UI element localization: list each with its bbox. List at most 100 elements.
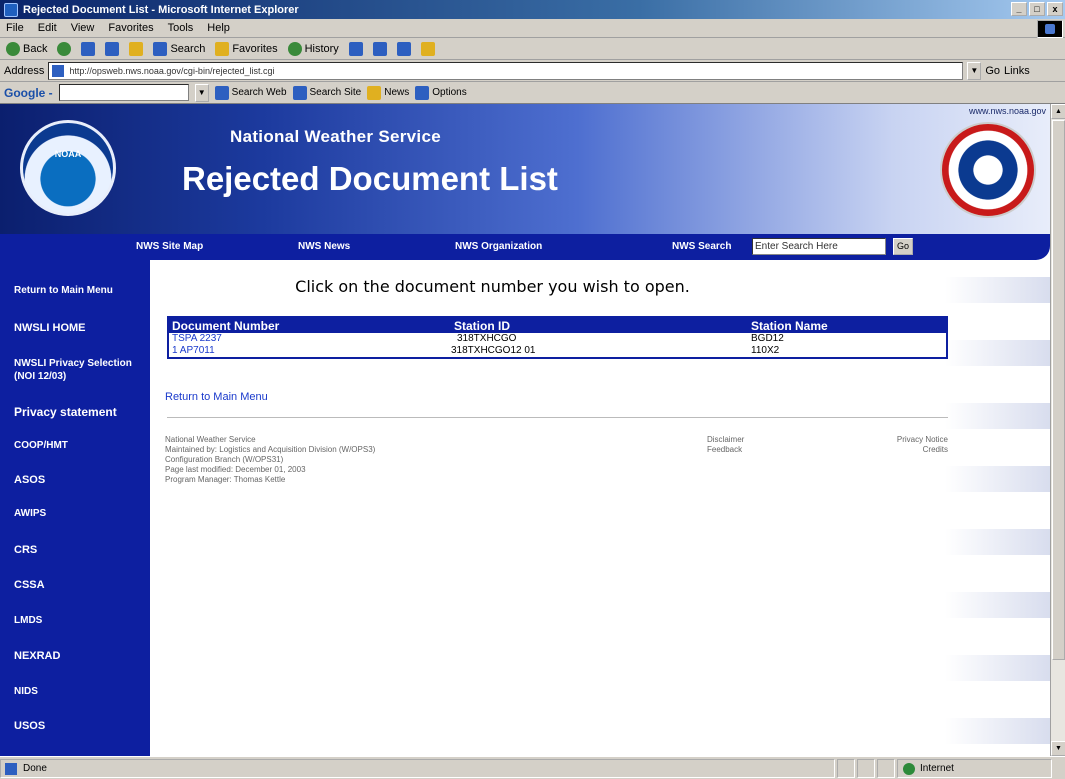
forward-arrow-icon xyxy=(57,41,72,56)
stop-icon xyxy=(81,41,96,56)
forward-button[interactable] xyxy=(57,41,72,56)
menu-help[interactable]: Help xyxy=(207,22,230,34)
document-number-link[interactable]: 1 AP7011 xyxy=(172,345,215,356)
address-input[interactable]: http://opsweb.nws.noaa.gov/cgi-bin/rejec… xyxy=(48,61,964,80)
history-button[interactable]: History xyxy=(287,41,339,56)
search-web-icon xyxy=(214,85,229,100)
privacy-notice-link[interactable]: Privacy Notice xyxy=(855,435,948,445)
google-logo[interactable]: Google - xyxy=(4,86,53,100)
sidebar-item-privacy-statement[interactable]: Privacy statement xyxy=(14,405,117,419)
left-sidebar: Return to Main Menu NWSLI HOME NWSLI Pri… xyxy=(0,260,150,756)
menu-bar: File Edit View Favorites Tools Help xyxy=(0,19,1065,38)
star-icon xyxy=(215,41,230,56)
status-bar: Done Internet xyxy=(0,756,1065,779)
status-cell xyxy=(877,758,895,778)
decorative-stripe xyxy=(945,592,1050,618)
nws-seal-logo[interactable] xyxy=(940,122,1036,218)
history-icon xyxy=(287,41,302,56)
disclaimer-link[interactable]: Disclaimer xyxy=(707,435,744,445)
header-station-name: Station Name xyxy=(751,319,828,333)
news-button[interactable]: News xyxy=(367,85,409,100)
sidebar-item-coop[interactable]: COOP/HMT xyxy=(14,440,68,451)
decorative-stripe xyxy=(945,340,1050,366)
window-controls: _ □ x xyxy=(1011,2,1063,16)
nav-organization[interactable]: NWS Organization xyxy=(455,241,542,252)
home-button[interactable] xyxy=(129,41,144,56)
back-button[interactable]: Back xyxy=(6,41,48,56)
mail-button[interactable] xyxy=(348,41,363,56)
menu-edit[interactable]: Edit xyxy=(38,22,57,34)
google-dropdown-button[interactable]: ▼ xyxy=(194,83,209,102)
noaa-logo[interactable]: NOAA xyxy=(20,120,116,216)
sidebar-item-nwsli-home[interactable]: NWSLI HOME xyxy=(14,322,86,334)
favorites-button[interactable]: Favorites xyxy=(215,41,278,56)
address-dropdown-button[interactable]: ▼ xyxy=(967,61,982,80)
scroll-up-arrow-icon[interactable]: ▲ xyxy=(1051,104,1065,119)
search-icon xyxy=(153,41,168,56)
sidebar-item-return-main[interactable]: Return to Main Menu xyxy=(14,285,113,296)
station-id-cell: 318TXHCGO12 01 xyxy=(451,345,536,356)
back-arrow-icon xyxy=(6,41,20,56)
header-document-number: Document Number xyxy=(172,319,280,333)
table-row: TSPA 2237 318TXHCGO BGD12 xyxy=(169,333,946,345)
menu-favorites[interactable]: Favorites xyxy=(108,22,153,34)
maximize-button[interactable]: □ xyxy=(1029,2,1045,16)
sidebar-item-usos[interactable]: USOS xyxy=(14,720,45,732)
search-site-button[interactable]: Search Site xyxy=(292,85,362,100)
search-web-button[interactable]: Search Web xyxy=(214,85,287,100)
back-label: Back xyxy=(23,42,48,55)
sidebar-item-awips[interactable]: AWIPS xyxy=(14,508,46,519)
google-search-input[interactable] xyxy=(58,84,189,101)
search-label: Search xyxy=(170,42,206,55)
security-zone: Internet xyxy=(897,758,1052,778)
sidebar-item-nexrad[interactable]: NEXRAD xyxy=(14,650,60,662)
go-button[interactable]: Go xyxy=(985,65,1000,77)
nav-site-map[interactable]: NWS Site Map xyxy=(136,241,203,252)
stop-button[interactable] xyxy=(81,41,96,56)
windows-logo-throbber xyxy=(1037,20,1063,38)
menu-tools[interactable]: Tools xyxy=(168,22,194,34)
credits-link[interactable]: Credits xyxy=(855,445,948,455)
search-button[interactable]: Search xyxy=(153,41,206,56)
minimize-button[interactable]: _ xyxy=(1011,2,1027,16)
document-number-link[interactable]: TSPA 2237 xyxy=(172,333,222,344)
sidebar-item-cssa[interactable]: CSSA xyxy=(14,579,45,591)
scroll-thumb[interactable] xyxy=(1052,120,1065,660)
menu-view[interactable]: View xyxy=(71,22,95,34)
footer-branch: Configuration Branch (W/OPS31) xyxy=(165,455,284,464)
footer-left: National Weather Service Maintained by: … xyxy=(165,435,375,485)
return-to-main-menu-link[interactable]: Return to Main Menu xyxy=(165,391,268,403)
feedback-link[interactable]: Feedback xyxy=(707,445,744,455)
ie-icon xyxy=(4,2,18,17)
footer-program-manager[interactable]: Program Manager: Thomas Kettle xyxy=(165,475,375,485)
edit-icon xyxy=(396,41,411,56)
footer-maintained-by[interactable]: Maintained by: Logistics and Acquisition… xyxy=(165,445,375,455)
edit-button[interactable] xyxy=(396,41,411,56)
header-station-id: Station ID xyxy=(454,319,510,333)
menu-file[interactable]: File xyxy=(6,22,24,34)
favorites-label: Favorites xyxy=(232,42,278,55)
options-button[interactable]: Options xyxy=(415,85,467,100)
close-button[interactable]: x xyxy=(1047,2,1063,16)
nws-search-go-button[interactable]: Go xyxy=(893,238,913,255)
search-site-label: Search Site xyxy=(309,87,362,98)
refresh-button[interactable] xyxy=(105,41,120,56)
sidebar-item-lmds[interactable]: LMDS xyxy=(14,615,42,626)
print-button[interactable] xyxy=(372,41,387,56)
messenger-icon xyxy=(420,41,435,56)
scroll-down-arrow-icon[interactable]: ▼ xyxy=(1051,741,1065,756)
nav-news[interactable]: NWS News xyxy=(298,241,350,252)
site-url-link[interactable]: www.nws.noaa.gov xyxy=(969,106,1046,116)
sidebar-item-asos[interactable]: ASOS xyxy=(14,474,45,486)
sidebar-item-nids[interactable]: NIDS xyxy=(14,686,38,697)
links-button[interactable]: Links xyxy=(1004,65,1030,77)
divider xyxy=(167,417,948,419)
nws-search-input[interactable]: Enter Search Here xyxy=(752,238,886,255)
home-icon xyxy=(129,41,144,56)
messenger-button[interactable] xyxy=(420,41,435,56)
options-icon xyxy=(415,85,430,100)
page-title: Rejected Document List xyxy=(182,160,558,197)
sidebar-item-privacy-selection[interactable]: NWSLI Privacy Selection (NOI 12/03) xyxy=(14,357,142,383)
sidebar-item-crs[interactable]: CRS xyxy=(14,544,37,556)
vertical-scrollbar[interactable]: ▲ ▼ xyxy=(1050,104,1065,756)
